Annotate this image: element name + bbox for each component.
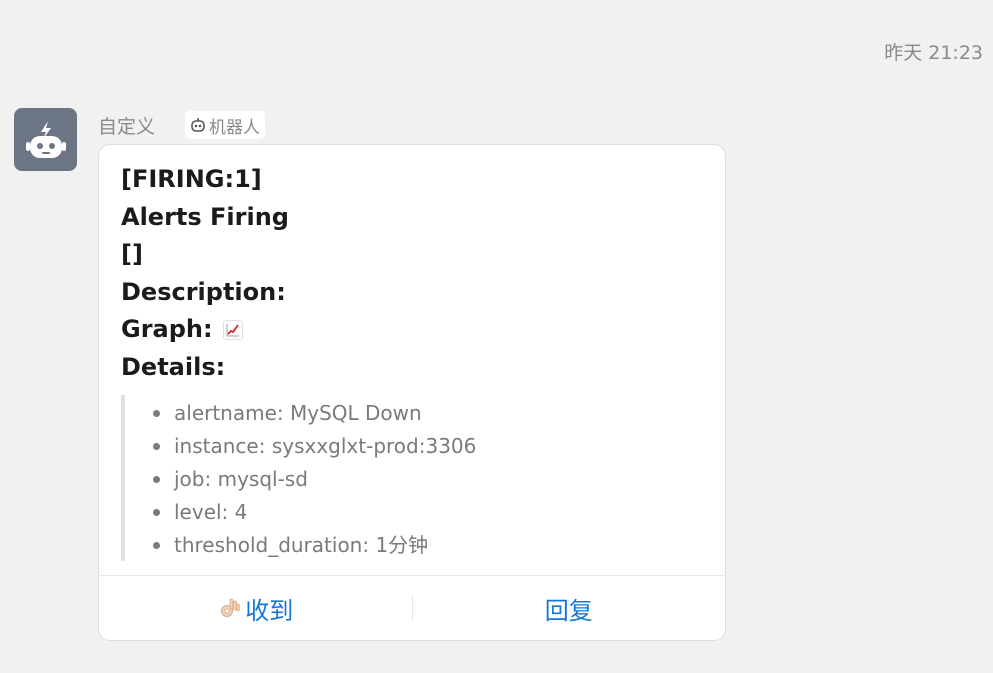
ack-button[interactable]: 收到 bbox=[99, 576, 412, 640]
bullet bbox=[153, 409, 160, 417]
list-item: threshold_duration: 1分钟 bbox=[153, 529, 703, 562]
detail-text: job: mysql-sd bbox=[174, 466, 308, 491]
message-timestamp: 昨天 21:23 bbox=[884, 42, 983, 64]
list-item: instance: sysxxglxt-prod:3306 bbox=[153, 430, 703, 463]
details-label: Details: bbox=[121, 352, 226, 381]
ack-label: 收到 bbox=[245, 596, 294, 625]
graph-label: Graph: bbox=[121, 315, 213, 344]
message-card: [FIRING:1] Alerts Firing [] Description:… bbox=[98, 144, 726, 641]
list-item: job: mysql-sd bbox=[153, 463, 703, 496]
bullet bbox=[153, 442, 160, 450]
bot-avatar[interactable] bbox=[14, 108, 77, 171]
robot-badge-label: 机器人 bbox=[209, 117, 261, 138]
details-list: alertname: MySQL Down instance: sysxxglx… bbox=[125, 395, 703, 562]
description-line: Description: bbox=[121, 277, 286, 306]
sender-name[interactable]: 自定义 bbox=[98, 112, 155, 139]
reply-label: 回复 bbox=[544, 596, 593, 625]
detail-text: level: 4 bbox=[174, 499, 248, 524]
brackets-line: [] bbox=[121, 240, 143, 269]
detail-text: instance: sysxxglxt-prod:3306 bbox=[174, 433, 477, 458]
chart-increasing-icon[interactable] bbox=[222, 320, 243, 341]
detail-text: threshold_duration: 1分钟 bbox=[174, 532, 429, 557]
reply-button[interactable]: 回复 bbox=[413, 576, 726, 640]
robot-badge-icon bbox=[189, 116, 207, 134]
sender-row: 自定义 机器人 bbox=[98, 110, 266, 140]
firing-line: [FIRING:1] bbox=[121, 165, 262, 193]
bullet bbox=[153, 541, 160, 549]
graph-line: Graph: bbox=[121, 311, 703, 349]
list-item: level: 4 bbox=[153, 496, 703, 529]
message-body: [FIRING:1] Alerts Firing [] Description:… bbox=[99, 145, 725, 561]
robot-icon bbox=[24, 120, 68, 160]
details-quote: alertname: MySQL Down instance: sysxxglx… bbox=[121, 394, 703, 562]
bullet bbox=[153, 508, 160, 516]
alerts-firing-line: Alerts Firing bbox=[121, 202, 289, 231]
robot-badge: 机器人 bbox=[185, 111, 266, 139]
ok-hand-icon bbox=[217, 596, 241, 620]
bullet bbox=[153, 475, 160, 483]
detail-text: alertname: MySQL Down bbox=[174, 400, 422, 425]
card-actions: 收到 回复 bbox=[99, 575, 725, 640]
list-item: alertname: MySQL Down bbox=[153, 397, 703, 430]
